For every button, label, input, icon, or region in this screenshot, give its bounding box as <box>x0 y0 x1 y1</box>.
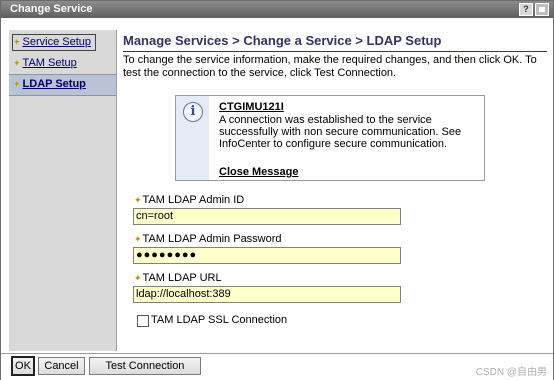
page-title: Manage Services > Change a Service > LDA… <box>123 33 547 52</box>
test-connection-button[interactable]: Test Connection <box>89 357 201 375</box>
window-title: Change Service <box>10 3 93 15</box>
admin-password-field[interactable]: ●●●●●●●● <box>133 247 401 264</box>
admin-id-label: ✦TAM LDAP Admin ID <box>134 194 244 206</box>
sidebar-item-service-setup[interactable]: ✦ Service Setup <box>9 33 116 52</box>
ldap-url-field[interactable]: ldap://localhost:389 <box>133 286 401 303</box>
cancel-button[interactable]: Cancel <box>38 357 85 375</box>
sidebar: ✦ Service Setup ✦ TAM Setup ✦ LDAP Setup <box>9 30 117 351</box>
admin-password-label: ✦TAM LDAP Admin Password <box>134 233 282 245</box>
required-star-icon: ✦ <box>134 195 142 205</box>
admin-id-field[interactable]: cn=root <box>133 208 401 225</box>
ssl-connection-checkbox[interactable] <box>137 315 149 327</box>
help-button[interactable]: ? <box>519 3 533 16</box>
ok-button[interactable]: OK <box>11 356 35 376</box>
admin-id-label-text: TAM LDAP Admin ID <box>142 194 245 206</box>
required-star-icon: ✦ <box>134 273 142 283</box>
close-window-button[interactable] <box>535 3 549 16</box>
close-message-link[interactable]: Close Message <box>219 166 298 178</box>
message-icon-area: i <box>176 96 209 180</box>
required-star-icon: ✦ <box>13 58 21 68</box>
message-text: A connection was established to the serv… <box>219 114 462 150</box>
message-box: i CTGIMU121I A connection was establishe… <box>175 95 485 181</box>
message-id-link[interactable]: CTGIMU121I <box>219 101 284 113</box>
watermark-text: CSDN @自由男 <box>475 367 547 378</box>
ssl-connection-label[interactable]: TAM LDAP SSL Connection <box>151 314 287 326</box>
required-star-icon: ✦ <box>13 79 21 89</box>
sidebar-item-label: LDAP Setup <box>22 78 86 90</box>
ldap-url-label: ✦TAM LDAP URL <box>134 272 222 284</box>
button-bar: OK Cancel Test Connection CSDN @自由男 <box>1 353 553 380</box>
focus-outline <box>12 34 96 51</box>
sidebar-item-label: TAM Setup <box>22 57 77 69</box>
window-titlebar: Change Service ? <box>1 1 553 18</box>
main-content: Manage Services > Change a Service > LDA… <box>117 30 553 351</box>
sidebar-item-ldap-setup[interactable]: ✦ LDAP Setup <box>9 74 116 96</box>
sidebar-item-tam-setup[interactable]: ✦ TAM Setup <box>9 54 116 73</box>
admin-password-label-text: TAM LDAP Admin Password <box>142 233 282 245</box>
required-star-icon: ✦ <box>134 234 142 244</box>
info-icon: i <box>183 102 203 122</box>
ldap-url-label-text: TAM LDAP URL <box>142 272 222 284</box>
instructions-text: To change the service information, make … <box>123 54 537 79</box>
change-service-window: Change Service ? ✦ Service Setup ✦ TAM Set… <box>0 0 554 380</box>
